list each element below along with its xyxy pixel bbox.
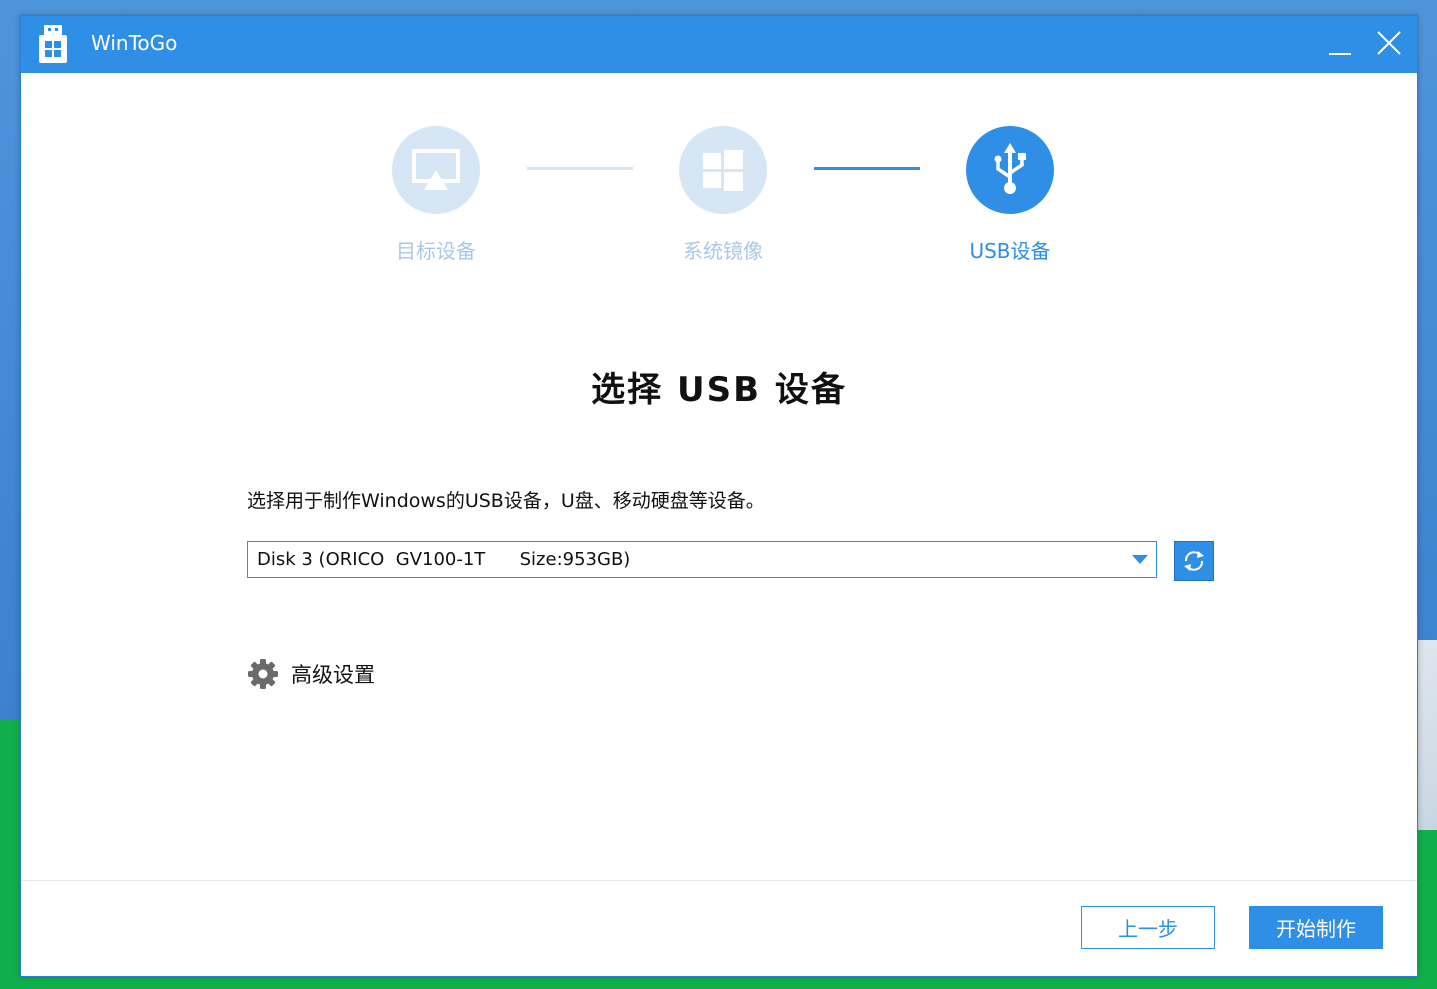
previous-step-button[interactable]: 上一步 [1081, 906, 1215, 949]
step-circle [392, 126, 480, 214]
gear-icon [248, 659, 278, 689]
advanced-settings-label: 高级设置 [291, 663, 375, 687]
usb-icon [994, 143, 1026, 194]
step-target-device: 目标设备 [356, 126, 516, 264]
chevron-down-icon[interactable] [1132, 555, 1148, 564]
app-logo-icon [39, 25, 67, 63]
windows-logo-icon [703, 150, 743, 191]
start-creation-button[interactable]: 开始制作 [1249, 906, 1383, 949]
step-usb-device: USB设备 [930, 126, 1090, 264]
usb-device-select[interactable]: Disk 3 (ORICO GV100-1T Size:953GB) [247, 541, 1157, 578]
step-label: 系统镜像 [683, 239, 763, 263]
refresh-icon [1184, 551, 1204, 571]
title-bar[interactable]: WinToGo [21, 16, 1417, 73]
advanced-settings-button[interactable]: 高级设置 [247, 657, 375, 691]
instruction-text: 选择用于制作Windows的USB设备，U盘、移动硬盘等设备。 [247, 490, 765, 512]
step-circle [966, 126, 1054, 214]
footer-divider [21, 880, 1417, 881]
step-connector [814, 167, 920, 170]
monitor-icon [412, 149, 460, 190]
step-system-image: 系统镜像 [643, 126, 803, 264]
close-button[interactable] [1371, 26, 1407, 62]
step-connector [527, 167, 633, 170]
step-circle [679, 126, 767, 214]
page-title: 选择 USB 设备 [591, 370, 847, 410]
refresh-button[interactable] [1174, 541, 1214, 581]
selected-device-value: Disk 3 (ORICO GV100-1T Size:953GB) [257, 549, 631, 570]
window-title: WinToGo [91, 31, 178, 55]
step-label: USB设备 [969, 239, 1051, 263]
minimize-button[interactable] [1323, 26, 1359, 62]
step-label: 目标设备 [396, 239, 476, 263]
app-window: WinToGo 目标设备 系统镜像 USB设备 选择 USB 设备 选择用于制作… [20, 15, 1418, 977]
